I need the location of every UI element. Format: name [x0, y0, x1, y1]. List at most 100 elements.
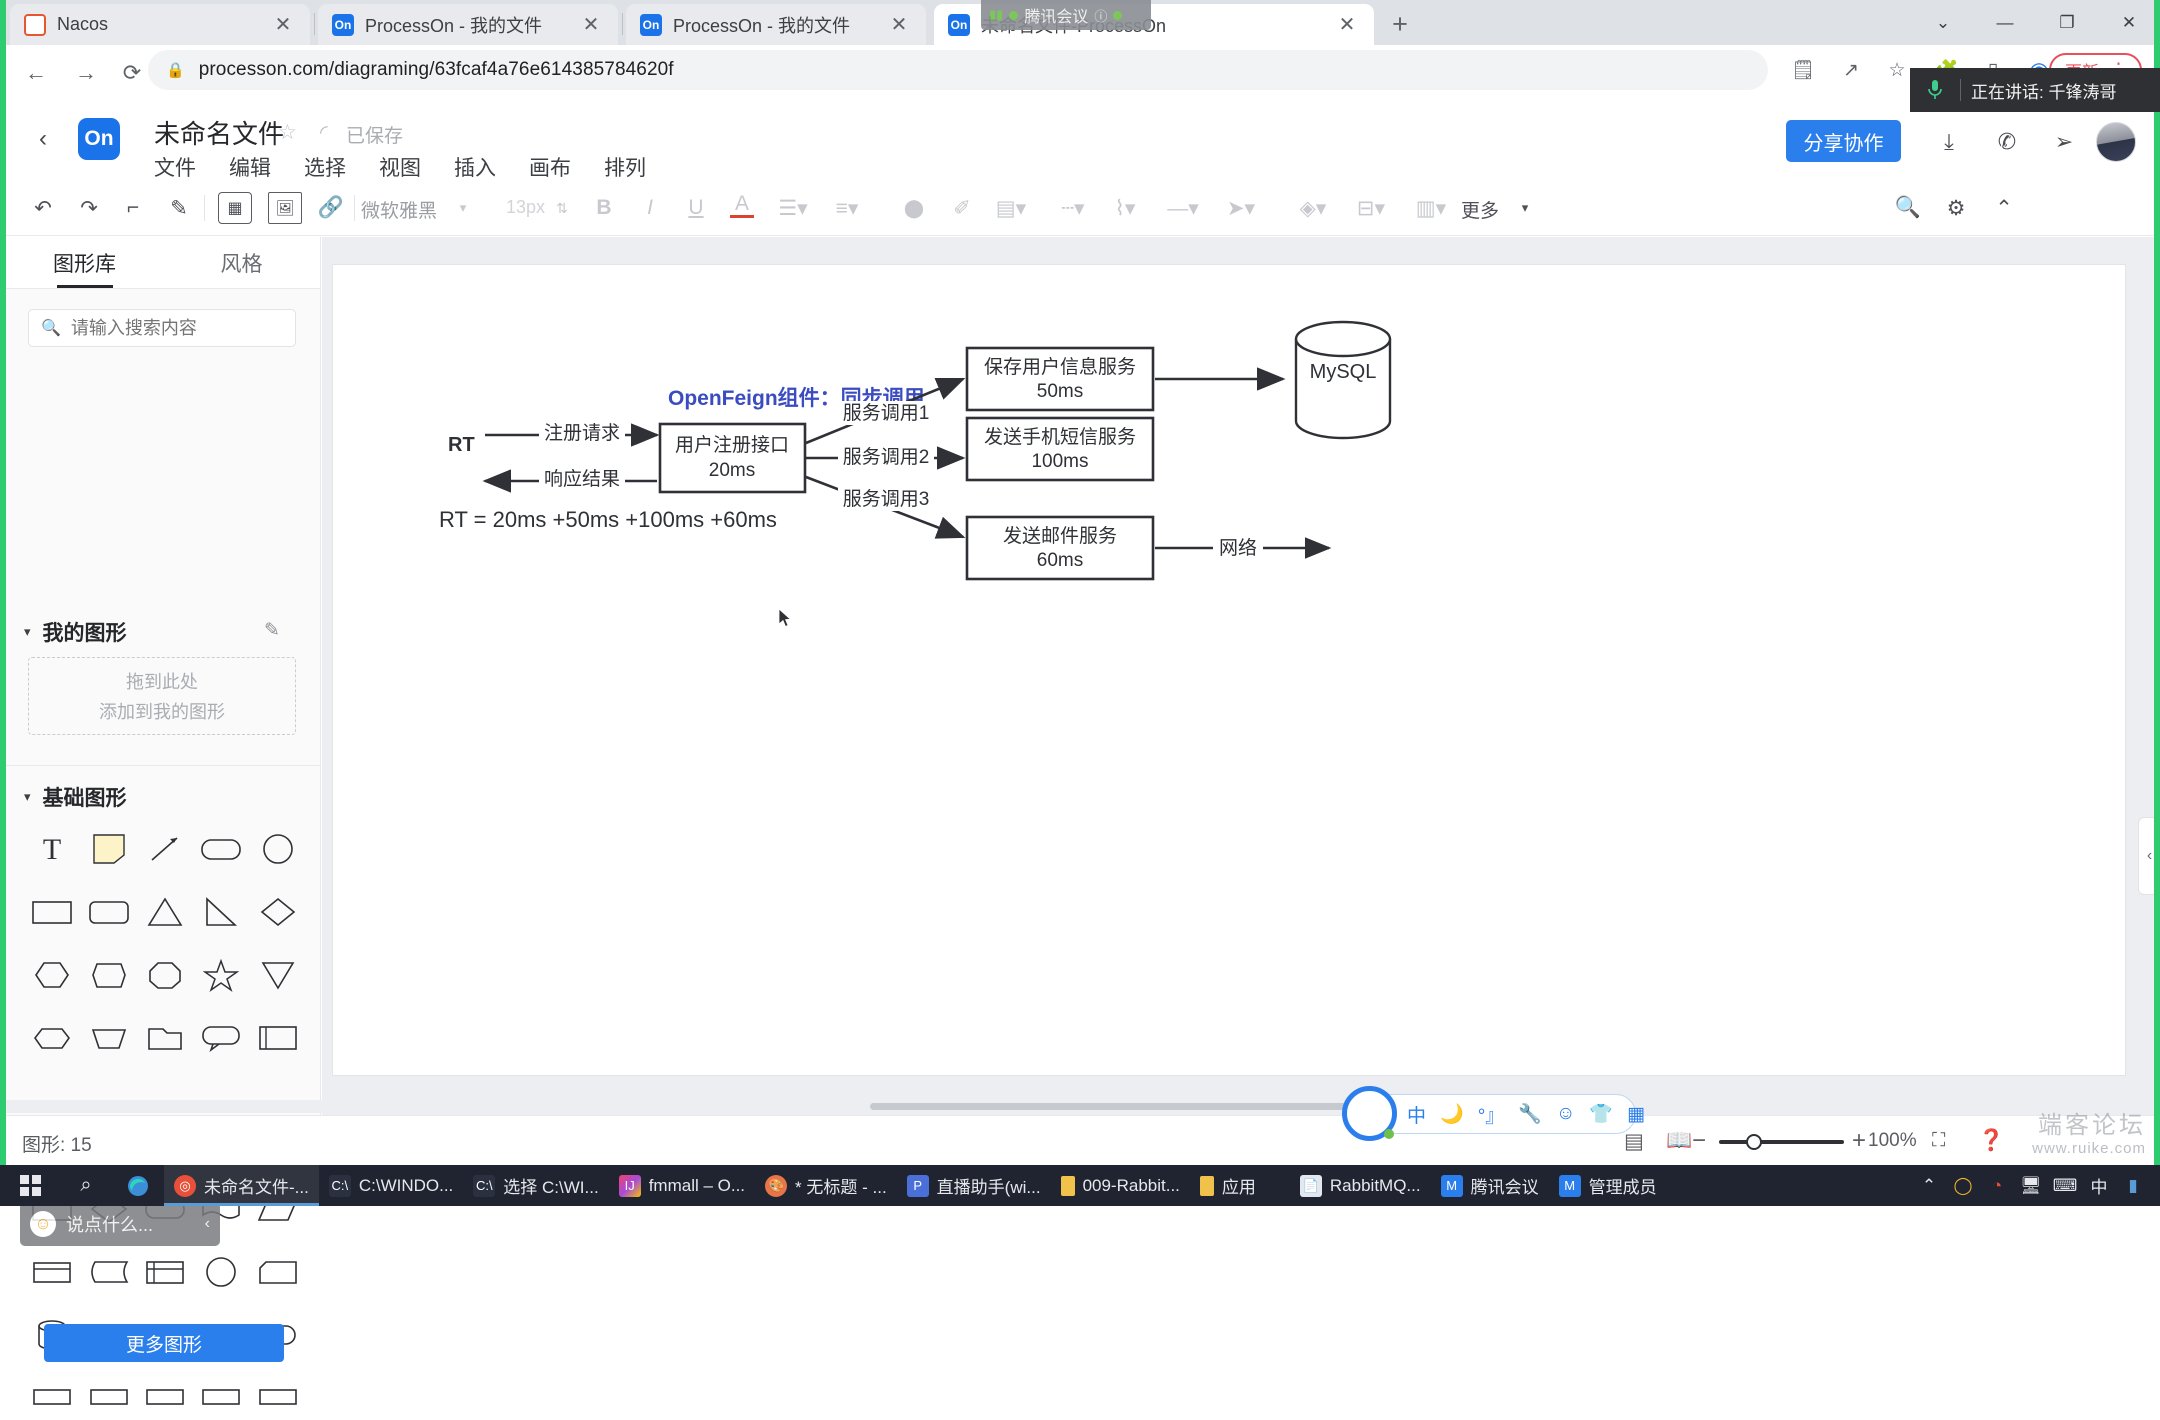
shape-trapezoid[interactable]	[80, 1016, 136, 1060]
browser-tab-processon-2[interactable]: On ProcessOn - 我的文件 ✕	[626, 4, 926, 45]
canvas-viewport[interactable]: RT OpenFeign组件：同步调用 注册请求 响应结果 用户注册接口 20m…	[322, 237, 2160, 1165]
ime-mode-label[interactable]: 中	[1407, 1101, 1426, 1128]
shape-line-arrow[interactable]	[137, 827, 193, 871]
text-color-button[interactable]: A	[730, 192, 754, 218]
network-icon[interactable]: ▮	[2118, 1165, 2148, 1206]
tab-list-chevron-icon[interactable]: ⌄	[1912, 0, 1974, 45]
shape-rounded-rect[interactable]	[193, 827, 249, 871]
taskbar-item-powerpoint[interactable]: P 直播助手(wi...	[897, 1165, 1051, 1206]
group-icon[interactable]: ▥▾	[1414, 192, 1448, 224]
taskbar-item-folder-1[interactable]: 009-Rabbit...	[1051, 1165, 1190, 1206]
table-icon[interactable]: ▦	[218, 192, 252, 224]
outline-icon[interactable]: 📖	[1666, 1128, 1692, 1154]
shape-note[interactable]	[80, 827, 136, 871]
shape-hexagon[interactable]	[24, 953, 80, 997]
shape-folder[interactable]	[137, 1016, 193, 1060]
flow-connector-circle[interactable]	[193, 1250, 249, 1294]
shape-frame-rect[interactable]	[250, 1016, 306, 1060]
processon-logo[interactable]: On	[78, 118, 120, 160]
zoom-slider-knob[interactable]	[1746, 1134, 1762, 1150]
windows-start-icon[interactable]	[0, 1175, 60, 1196]
flow-database-2[interactable]	[24, 1250, 80, 1294]
menu-item-file[interactable]: 文件	[154, 152, 196, 182]
taskbar-item-chrome[interactable]: ◎ 未命名文件-...	[164, 1165, 319, 1206]
taskbar-item-cmd-2[interactable]: C:\ 选择 C:\WI...	[463, 1165, 608, 1206]
section-basic-shapes[interactable]: ▾ 基础图形	[24, 782, 127, 812]
help-icon[interactable]: ❓	[1978, 1128, 2004, 1154]
menu-item-view[interactable]: 视图	[379, 152, 421, 182]
tab-style[interactable]: 风格	[163, 237, 320, 288]
taskbar-item-tencent-meeting[interactable]: M 腾讯会议	[1431, 1165, 1549, 1206]
share-collaborate-button[interactable]: 分享协作	[1786, 120, 1901, 162]
tab-close-icon[interactable]: ✕	[1334, 12, 1360, 37]
zoom-out-button[interactable]: −	[1692, 1128, 1706, 1154]
share-icon[interactable]: ↗	[1838, 57, 1864, 83]
chat-input-bubble[interactable]: ☺ 说点什么... ‹	[20, 1202, 220, 1246]
font-size-stepper[interactable]: ⇅	[554, 192, 570, 224]
list-icon[interactable]: ☰▾	[776, 192, 810, 224]
shape-triangle-down[interactable]	[250, 953, 306, 997]
shape-dropzone[interactable]: 拖到此处 添加到我的图形	[28, 657, 296, 735]
link-icon[interactable]: 🔗	[316, 192, 346, 224]
shape-octagon[interactable]	[137, 953, 193, 997]
section-my-shapes[interactable]: ▾ 我的图形	[24, 617, 127, 647]
shape-triangle[interactable]	[137, 890, 193, 934]
shape-callout[interactable]	[193, 1016, 249, 1060]
menu-item-insert[interactable]: 插入	[454, 152, 496, 182]
flow-stored-data[interactable]	[80, 1250, 136, 1294]
zoom-in-button[interactable]: +	[1852, 1128, 1866, 1154]
taskbar-search-icon[interactable]: ⌕	[60, 1174, 112, 1197]
line-icon[interactable]: —▾	[1166, 192, 1200, 224]
emoji-icon[interactable]: ☺	[1556, 1103, 1575, 1125]
moon-icon[interactable]: 🌙	[1440, 1102, 1464, 1126]
shape-circle[interactable]	[250, 827, 306, 871]
new-tab-button[interactable]: +	[1382, 8, 1418, 41]
taskbar-item-cmd-1[interactable]: C:\ C:\WINDO...	[319, 1165, 463, 1206]
underline-button[interactable]: U	[684, 192, 708, 224]
align-icon[interactable]: ≡▾	[830, 192, 864, 224]
document-title[interactable]: 未命名文件	[154, 114, 284, 151]
font-family-select[interactable]: 微软雅黑	[361, 196, 437, 223]
find-icon[interactable]: 🔍	[1893, 192, 1923, 224]
tab-close-icon[interactable]: ✕	[270, 12, 296, 37]
shield-icon[interactable]: ◯	[1948, 1165, 1978, 1206]
diagram-canvas[interactable]: RT OpenFeign组件：同步调用 注册请求 响应结果 用户注册接口 20m…	[333, 265, 2125, 1075]
flow-extra-4[interactable]	[193, 1376, 249, 1420]
shape-search-box[interactable]: 🔍	[28, 309, 296, 347]
font-size-input[interactable]: 13px	[506, 197, 545, 218]
image-icon[interactable]: 🖼	[268, 192, 302, 224]
flow-extra-3[interactable]	[137, 1376, 193, 1420]
taskbar-item-idea[interactable]: IJ fmmall – O...	[609, 1165, 755, 1206]
italic-button[interactable]: I	[638, 192, 662, 224]
redo-icon[interactable]: ↷	[74, 192, 104, 224]
bookmark-star-icon[interactable]: ☆	[1884, 57, 1910, 83]
edit-pencil-icon[interactable]: ✎	[264, 619, 280, 642]
search-input[interactable]	[71, 318, 271, 339]
collapse-chevron-icon[interactable]: ⌃	[1989, 192, 2019, 224]
menu-item-edit[interactable]: 编辑	[229, 152, 271, 182]
fill-bucket-icon[interactable]: ⬤	[900, 192, 928, 224]
shape-text[interactable]: T	[24, 827, 80, 871]
back-button[interactable]: ←	[18, 55, 54, 91]
menu-item-select[interactable]: 选择	[304, 152, 346, 182]
taskbar-item-paint[interactable]: 🎨 * 无标题 - ...	[755, 1165, 897, 1206]
close-window-button[interactable]: ✕	[2098, 0, 2160, 45]
maximize-button[interactable]: ❐	[2036, 0, 2098, 45]
bold-button[interactable]: B	[592, 192, 616, 224]
flow-extra-1[interactable]	[24, 1376, 80, 1420]
more-chevron-icon[interactable]: ▾	[1516, 192, 1534, 224]
distribute-icon[interactable]: ⊟▾	[1354, 192, 1388, 224]
tab-close-icon[interactable]: ✕	[886, 12, 912, 37]
browser-tab-processon-1[interactable]: On ProcessOn - 我的文件 ✕	[318, 4, 618, 45]
more-menu-label[interactable]: 更多	[1461, 196, 1499, 223]
ime-toolbar[interactable]: 中 🌙 °』 🔧 ☺ 👕 ▦	[1362, 1094, 1636, 1134]
punctuation-icon[interactable]: °』	[1478, 1101, 1505, 1128]
connector-icon[interactable]: ⌇▾	[1108, 192, 1142, 224]
send-icon[interactable]: ➢	[2046, 124, 2082, 160]
browser-tab-nacos[interactable]: (-) Nacos ✕	[10, 4, 310, 45]
omnibox[interactable]: 🔒 processon.com/diagraming/63fcaf4a76e61…	[148, 50, 1768, 90]
tab-close-icon[interactable]: ✕	[578, 12, 604, 37]
user-avatar[interactable]	[2096, 122, 2136, 162]
format-painter-icon[interactable]: ⌐	[118, 192, 148, 224]
shape-rounded-rect-2[interactable]	[80, 890, 136, 934]
